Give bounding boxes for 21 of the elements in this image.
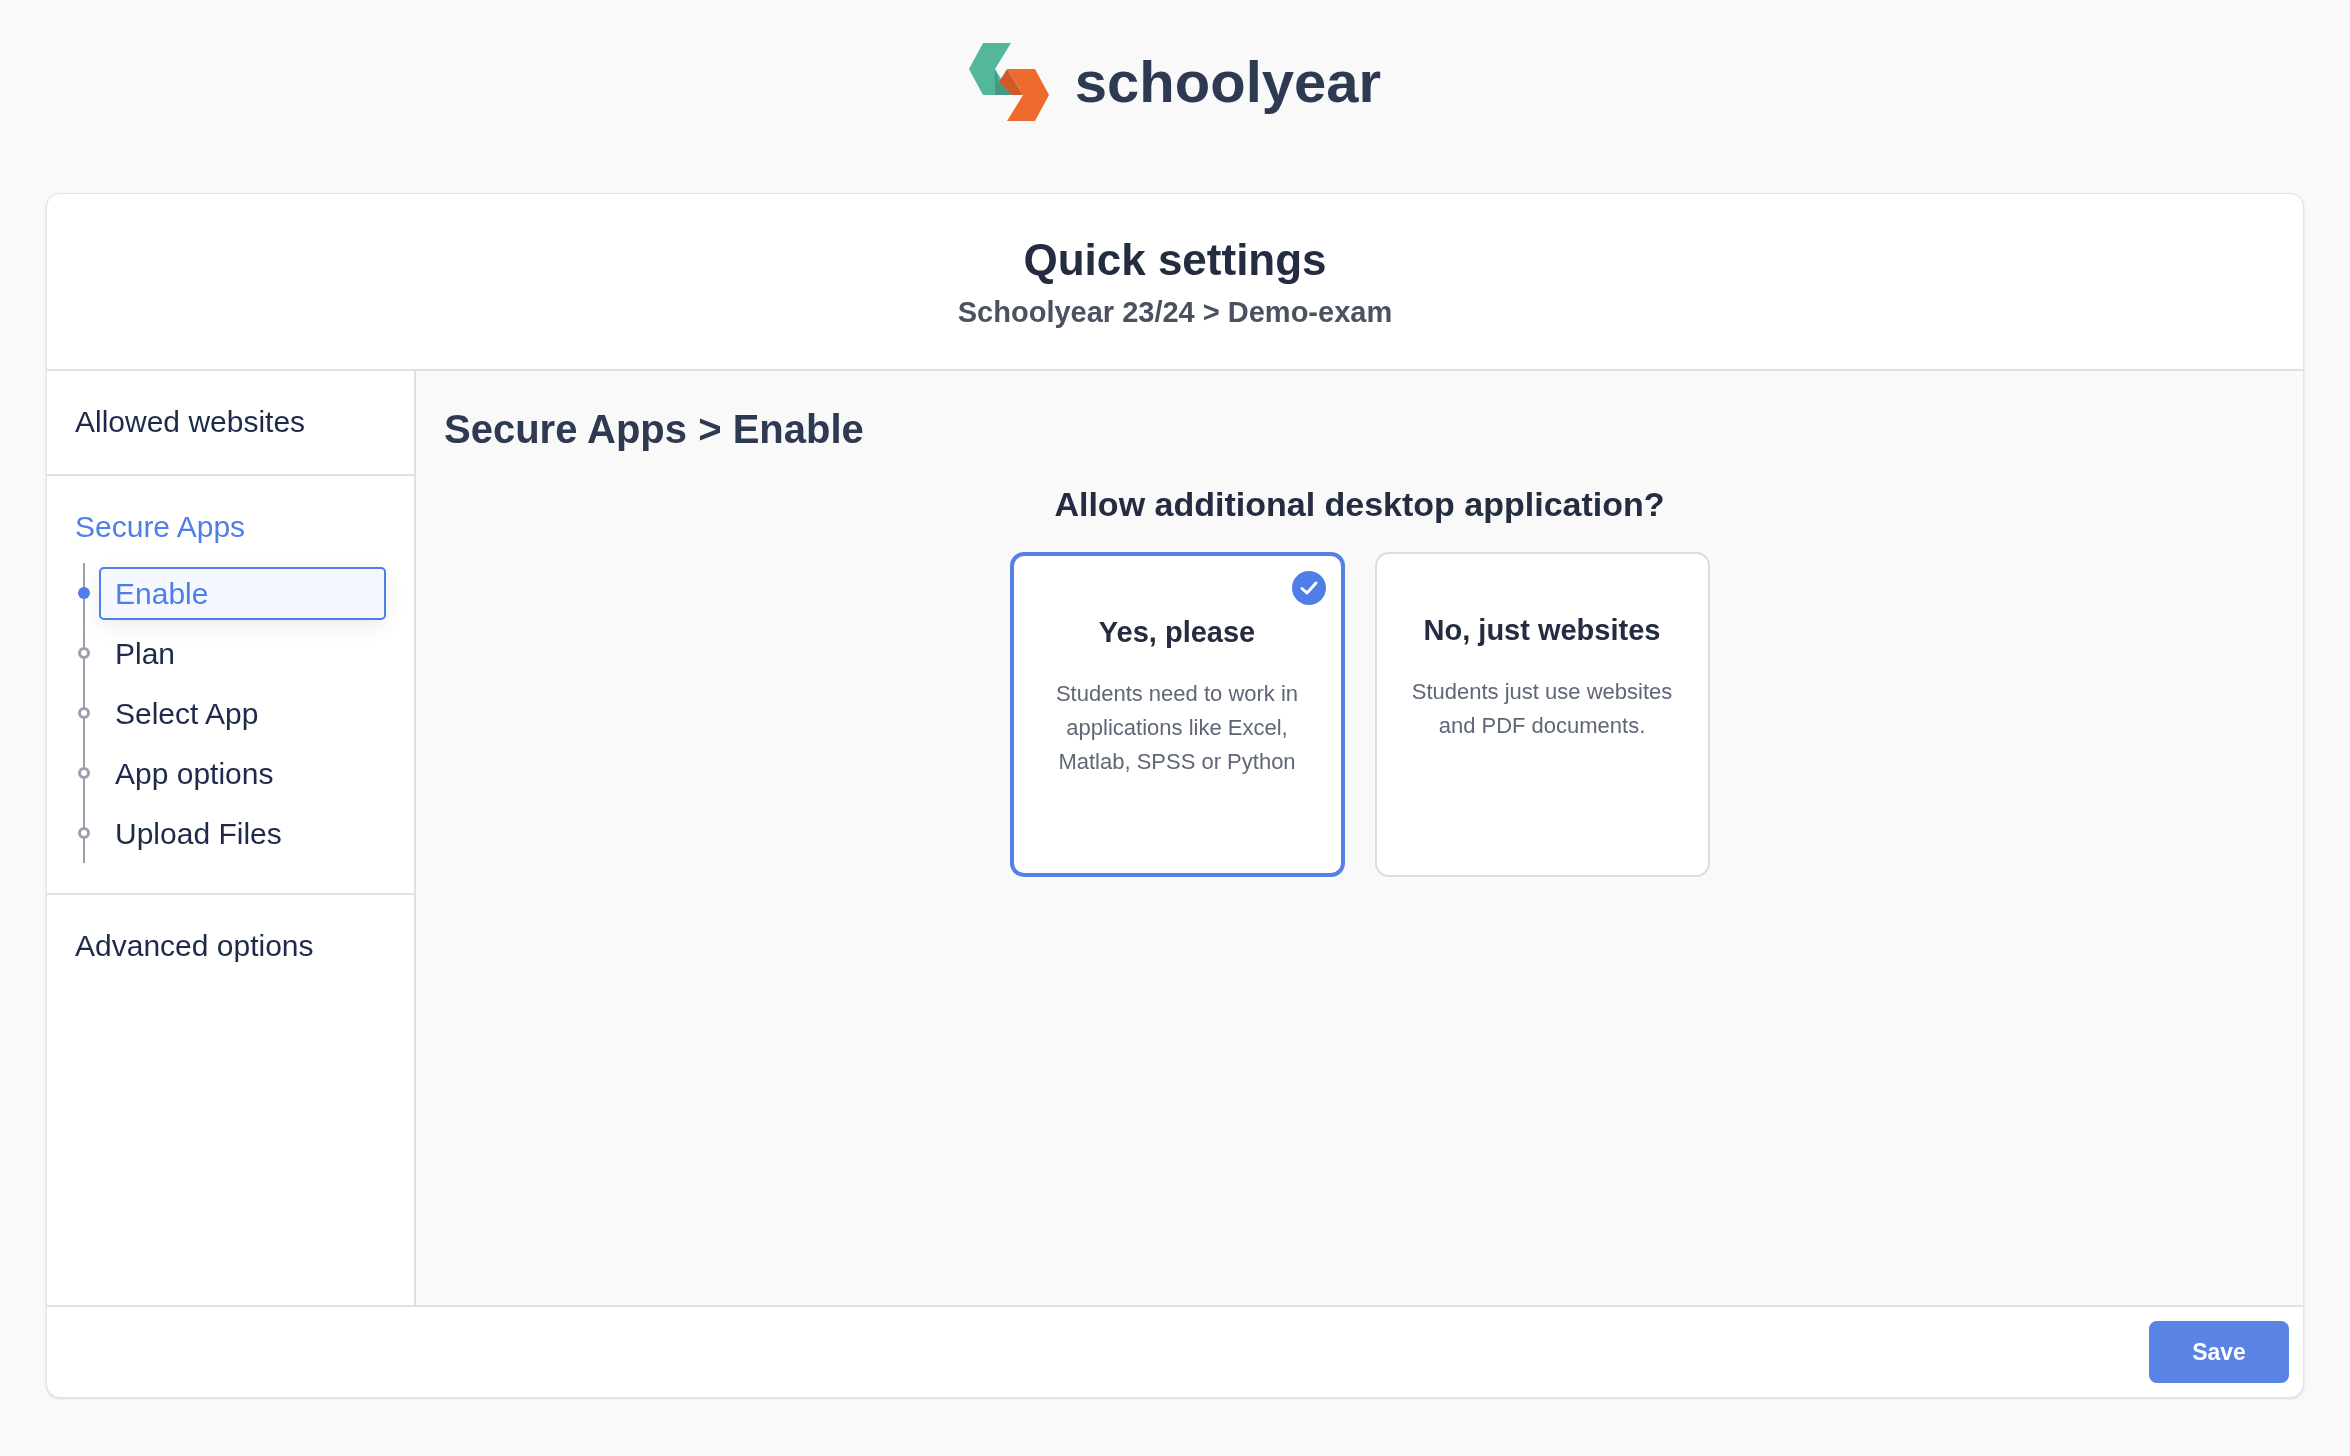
option-title: No, just websites	[1423, 613, 1661, 648]
option-card[interactable]: Yes, please Students need to work in applications like Excel, Matlab, SPSS or Python	[1009, 552, 1345, 877]
option-title: Yes, please	[1098, 615, 1256, 650]
save-button[interactable]: Save	[2149, 1321, 2289, 1383]
sidebar-step-link[interactable]: Upload Files	[99, 806, 386, 860]
checkmark-icon	[1291, 571, 1326, 605]
sidebar-section-link[interactable]: Advanced options	[75, 929, 314, 962]
logo-icon	[968, 42, 1049, 121]
option-description: Students just use websites and PDF documents.	[1410, 677, 1674, 740]
sidebar-step-link[interactable]: Plan	[99, 626, 386, 680]
sidebar-section-link[interactable]: Secure Apps	[75, 510, 246, 543]
option-card[interactable]: No, just websites Students just use websites and PDF documents.	[1374, 552, 1710, 877]
option-description: Students need to work in applications like Excel, Matlab, SPSS or Python	[1054, 679, 1300, 776]
question-text: Allow additional desktop application?	[1054, 484, 1665, 525]
sidebar-section-link[interactable]: Allowed websites	[75, 405, 306, 438]
sidebar-step-link[interactable]: App options	[99, 746, 386, 800]
sidebar-step-link[interactable]: Enable	[99, 566, 386, 620]
sidebar-step-link[interactable]: Select App	[99, 686, 386, 740]
page-title: Quick settings	[1023, 234, 1327, 287]
section-heading: Secure Apps > Enable	[444, 406, 865, 453]
breadcrumb: Schoolyear 23/24 > Demo-exam	[957, 295, 1393, 331]
